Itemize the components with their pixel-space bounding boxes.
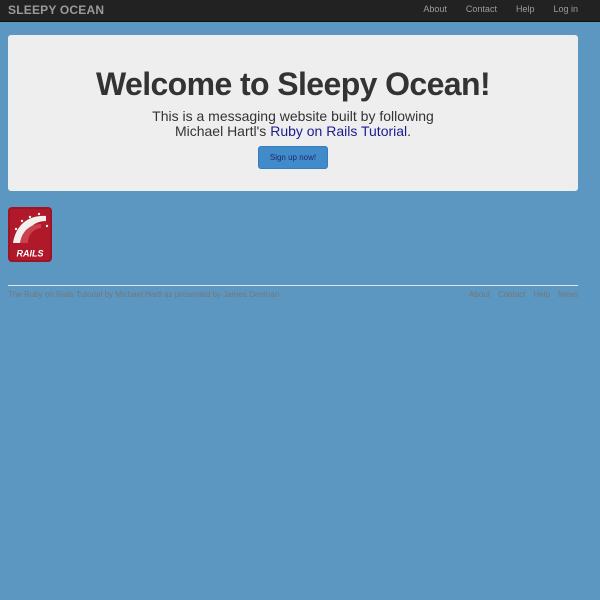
footer-divider bbox=[8, 285, 578, 286]
footer-contact-link[interactable]: Contact bbox=[498, 290, 526, 299]
nav-help-link[interactable]: Help bbox=[516, 4, 535, 14]
hero-description-line-2: Michael Hartl's Ruby on Rails Tutorial. bbox=[8, 124, 578, 139]
nav-login-link[interactable]: Log in bbox=[553, 4, 578, 14]
footer-credit: The Ruby on Rails Tutorial by Michael Ha… bbox=[8, 290, 280, 299]
rails-logo-text: RAILS bbox=[17, 249, 44, 259]
footer-links: About Contact Help News bbox=[469, 290, 578, 299]
rails-logo-icon[interactable]: RAILS bbox=[8, 207, 52, 262]
sign-up-button[interactable]: Sign up now! bbox=[258, 146, 328, 169]
hero-description: This is a messaging website built by fol… bbox=[8, 109, 578, 139]
footer-about-link[interactable]: About bbox=[469, 290, 490, 299]
nav-about-link[interactable]: About bbox=[423, 4, 447, 14]
hero-description-line-1: This is a messaging website built by fol… bbox=[152, 108, 434, 124]
page-title: Welcome to Sleepy Ocean! bbox=[95, 66, 491, 102]
hero-author-text: Michael Hartl's bbox=[174, 123, 271, 139]
nav-links: About Contact Help Log in bbox=[423, 4, 578, 14]
hero-period: . bbox=[407, 123, 412, 139]
top-navbar: SLEEPY OCEAN About Contact Help Log in bbox=[0, 0, 600, 22]
footer-help-link[interactable]: Help bbox=[534, 290, 550, 299]
rails-tutorial-link[interactable]: Ruby on Rails Tutorial bbox=[270, 123, 407, 139]
nav-contact-link[interactable]: Contact bbox=[466, 4, 497, 14]
hero-panel: Welcome to Sleepy Ocean! This is a messa… bbox=[8, 35, 578, 191]
site-logo-link[interactable]: SLEEPY OCEAN bbox=[8, 3, 104, 17]
footer-news-link[interactable]: News bbox=[558, 290, 578, 299]
